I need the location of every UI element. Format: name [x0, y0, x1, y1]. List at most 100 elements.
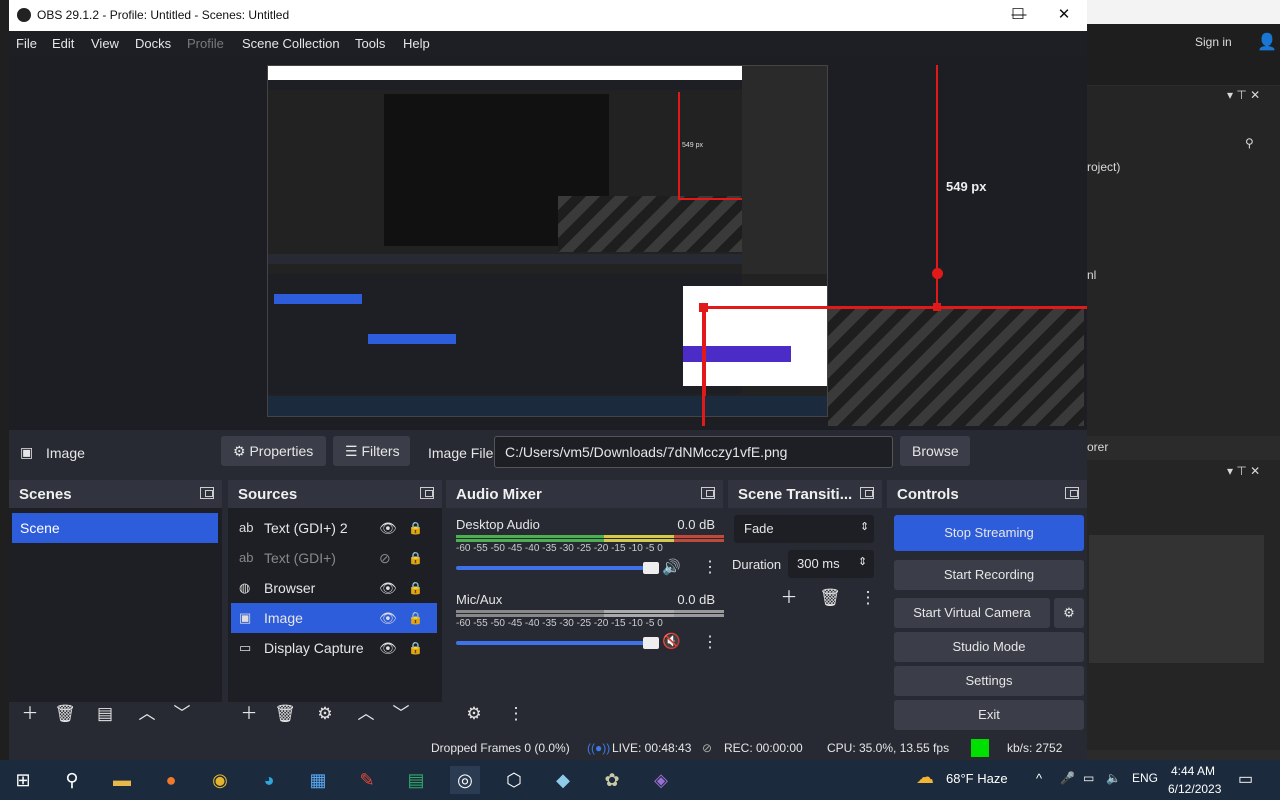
guide-corner-handle[interactable] [933, 303, 941, 311]
menu-help[interactable]: Help [403, 36, 430, 51]
eye-icon[interactable]: 👁 [379, 513, 397, 543]
studio-mode-button[interactable]: Studio Mode [894, 632, 1084, 662]
more-icon[interactable]: ⋮ [856, 586, 880, 610]
store-icon[interactable]: ▦ [303, 766, 333, 794]
more-icon[interactable]: ⋮ [702, 632, 718, 652]
source-row[interactable]: ab Text (GDI+) ⊘ 🔒 [231, 543, 437, 573]
duration-spinbox[interactable]: 300 ms ⇕ [788, 550, 874, 578]
spin-icon[interactable]: ⇕ [858, 555, 867, 568]
transition-select[interactable]: Fade ⇕ [734, 515, 874, 543]
menu-profile[interactable]: Profile [187, 36, 224, 51]
app-icon[interactable]: ⬡ [499, 766, 529, 794]
undock-icon[interactable] [860, 487, 874, 499]
source-row[interactable]: ab Text (GDI+) 2 👁 🔒 [231, 513, 437, 543]
eye-icon[interactable]: 👁 [379, 603, 397, 633]
clock-time[interactable]: 4:44 AM [1171, 764, 1215, 778]
menu-file[interactable]: File [16, 36, 37, 51]
add-icon[interactable]: ＋ [237, 702, 261, 726]
search-icon[interactable]: ⚲ [57, 766, 87, 794]
app-icon[interactable]: ◆ [548, 766, 578, 794]
move-down-icon[interactable]: ﹀ [170, 702, 194, 726]
file-explorer-icon[interactable]: ▬ [107, 766, 137, 794]
weather-text[interactable]: 68°F Haze [946, 771, 1008, 786]
move-up-icon[interactable]: ︿ [354, 702, 378, 726]
move-up-icon[interactable]: ︿ [135, 702, 159, 726]
app-icon[interactable]: ▤ [401, 766, 431, 794]
undock-icon[interactable] [701, 487, 715, 499]
obs-taskbar-icon[interactable]: ◎ [450, 766, 480, 794]
volume-slider[interactable] [456, 637, 659, 649]
selection-corner-handle[interactable] [699, 303, 708, 312]
network-icon[interactable]: ▭ [1083, 771, 1094, 785]
notification-icon[interactable]: ▭ [1238, 769, 1253, 789]
clock-date[interactable]: 6/12/2023 [1168, 782, 1221, 796]
filter-icon[interactable]: ▤ [93, 702, 117, 726]
source-row[interactable]: ▭ Display Capture 👁 🔒 [231, 633, 437, 663]
chrome-icon[interactable]: ◉ [205, 766, 235, 794]
trash-icon[interactable]: 🗑 [273, 702, 297, 726]
sign-in-link[interactable]: Sign in [1195, 35, 1232, 49]
stop-streaming-button[interactable]: Stop Streaming [894, 515, 1084, 551]
more-icon[interactable]: ⋮ [504, 702, 528, 726]
source-row[interactable]: ◍ Browser 👁 🔒 [231, 573, 437, 603]
lock-icon[interactable]: 🔒 [408, 633, 423, 663]
visual-studio-icon[interactable]: ◈ [646, 766, 676, 794]
pin-icon[interactable]: ▾ ⊤ ✕ [1227, 88, 1260, 102]
trash-icon[interactable]: 🗑 [53, 702, 77, 726]
menu-edit[interactable]: Edit [52, 36, 74, 51]
menu-scene-collection[interactable]: Scene Collection [242, 36, 340, 51]
lock-icon[interactable]: 🔒 [408, 513, 423, 543]
eye-icon[interactable]: 👁 [379, 633, 397, 663]
lock-icon[interactable]: 🔒 [408, 573, 423, 603]
menu-tools[interactable]: Tools [355, 36, 385, 51]
source-row-selected[interactable]: ▣ Image 👁 🔒 [231, 603, 437, 633]
add-icon[interactable]: ＋ [777, 586, 801, 610]
undock-icon[interactable] [200, 487, 214, 499]
slider-knob[interactable] [643, 637, 659, 649]
move-down-icon[interactable]: ﹀ [389, 702, 413, 726]
search-icon[interactable]: ⚲ [1245, 136, 1254, 150]
weather-icon[interactable]: ☁ [916, 767, 934, 788]
muted-speaker-icon[interactable]: 🔇 [662, 632, 681, 650]
image-file-path-field[interactable]: C:/Users/vm5/Downloads/7dNMcczy1vfE.png [494, 436, 893, 468]
eye-hidden-icon[interactable]: ⊘ [379, 543, 391, 573]
settings-button[interactable]: Settings [894, 666, 1084, 696]
preview-canvas[interactable]: 549 px 549 px [9, 56, 1087, 430]
firefox-icon[interactable]: ● [156, 766, 186, 794]
virtual-camera-gear-icon[interactable]: ⚙ [1054, 598, 1084, 628]
undock-icon[interactable] [1065, 487, 1079, 499]
add-icon[interactable]: ＋ [18, 702, 42, 726]
lock-icon[interactable]: 🔒 [408, 603, 423, 633]
gear-icon[interactable]: ⚙ [313, 702, 337, 726]
volume-slider[interactable] [456, 562, 659, 574]
scene-item[interactable]: Scene [12, 513, 218, 543]
properties-button[interactable]: ⚙ Properties [221, 436, 326, 466]
filters-button[interactable]: ☰ Filters [333, 436, 410, 466]
windows-start-icon[interactable]: ⊞ [8, 766, 38, 794]
start-recording-button[interactable]: Start Recording [894, 560, 1084, 590]
mic-icon[interactable]: 🎤 [1060, 771, 1075, 785]
undock-icon[interactable] [420, 487, 434, 499]
eye-icon[interactable]: 👁 [379, 573, 397, 603]
edge-icon[interactable]: ◕ [254, 766, 284, 794]
app-icon[interactable]: ✎ [352, 766, 382, 794]
language-indicator[interactable]: ENG [1132, 771, 1158, 785]
advanced-audio-gear-icon[interactable]: ⚙ [462, 702, 486, 726]
exit-button[interactable]: Exit [894, 700, 1084, 730]
menu-docks[interactable]: Docks [135, 36, 171, 51]
lock-icon[interactable]: 🔒 [408, 543, 423, 573]
close-button[interactable]: ✕ [1044, 4, 1084, 26]
more-icon[interactable]: ⋮ [702, 557, 718, 577]
start-virtual-camera-button[interactable]: Start Virtual Camera [894, 598, 1050, 628]
panel-controls-icon[interactable]: ▾ ⊤ ✕ [1227, 464, 1260, 478]
maximize-button[interactable]: ☐ [998, 4, 1038, 26]
slider-knob[interactable] [643, 562, 659, 574]
trash-icon[interactable]: 🗑 [818, 586, 842, 610]
app-icon[interactable]: ✿ [597, 766, 627, 794]
chevron-up-icon[interactable]: ^ [1036, 771, 1042, 786]
account-icon[interactable]: 👤 [1257, 32, 1277, 52]
speaker-icon[interactable]: 🔊 [662, 558, 681, 576]
menu-view[interactable]: View [91, 36, 119, 51]
volume-icon[interactable]: 🔈 [1106, 771, 1121, 785]
browse-button[interactable]: Browse [900, 436, 970, 466]
